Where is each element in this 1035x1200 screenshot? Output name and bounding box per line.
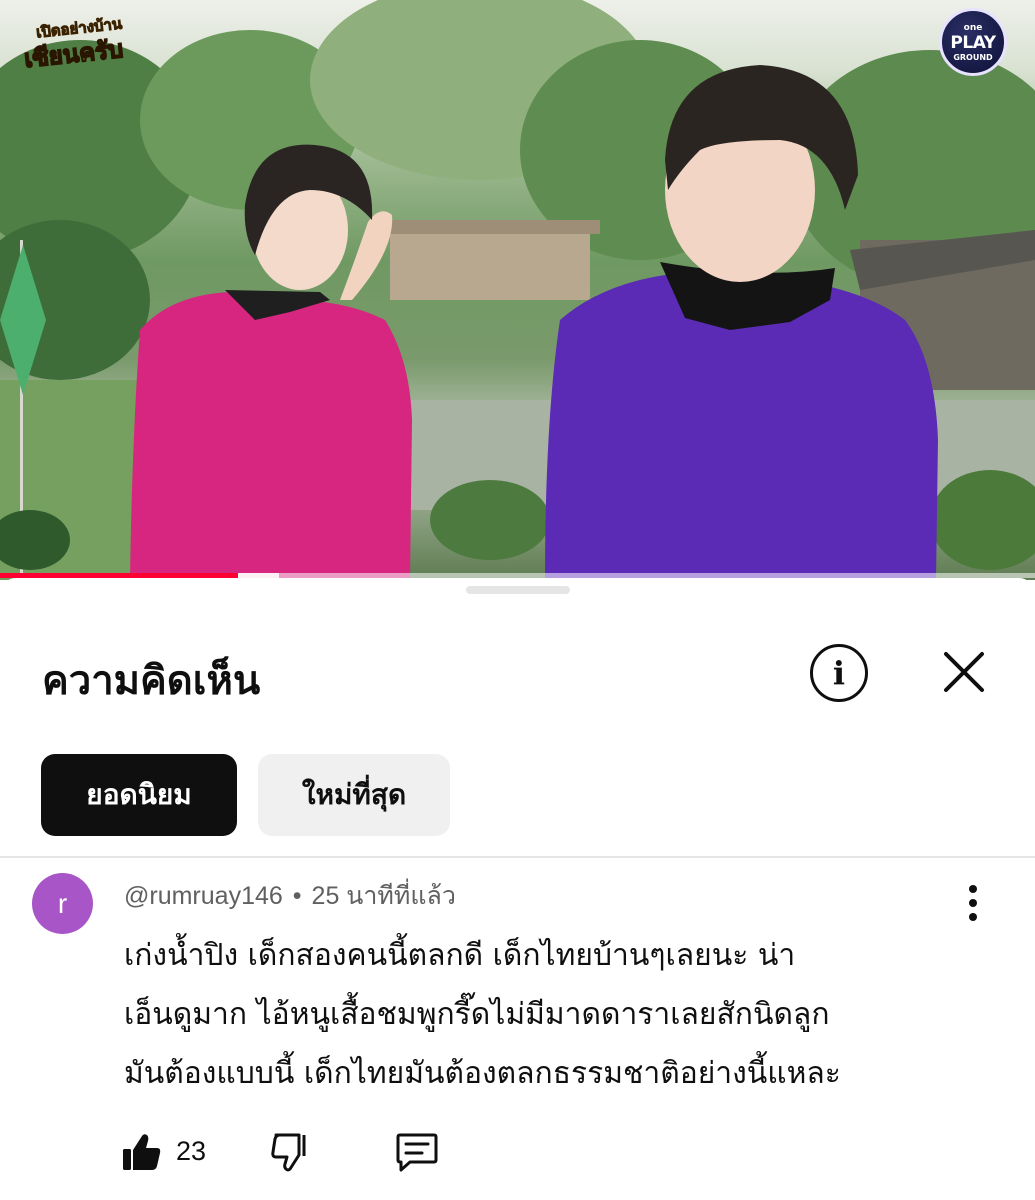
comments-title: ความคิดเห็น xyxy=(42,658,261,704)
channel-watermark-line3: GROUND xyxy=(953,52,993,62)
comment-text-line: มันต้องแบบนี้ เด็กไทยมันต้องตลกธรรมชาติอ… xyxy=(124,1056,841,1091)
comment-actions: 23 xyxy=(120,1130,480,1174)
avatar[interactable]: r xyxy=(32,873,93,934)
comment-text: เก่งน้ำปิง เด็กสองคนนี้ตลกดี เด็กไทยบ้าน… xyxy=(124,926,1004,1103)
close-icon[interactable] xyxy=(938,646,990,698)
more-vertical-icon[interactable] xyxy=(958,882,988,924)
info-button[interactable]: i xyxy=(810,644,868,702)
sort-chip-newest[interactable]: ใหม่ที่สุด xyxy=(258,754,450,836)
comment-text-line: เก่งน้ำปิง เด็กสองคนนี้ตลกดี เด็กไทยบ้าน… xyxy=(124,938,796,973)
thumbs-down-icon[interactable] xyxy=(268,1130,312,1174)
comment-time: 25 นาทีที่แล้ว xyxy=(311,882,456,910)
video-frame xyxy=(0,0,1035,580)
comment-meta: @rumruay146 • 25 นาทีที่แล้ว xyxy=(124,876,456,916)
sort-chip-top[interactable]: ยอดนิยม xyxy=(41,754,237,836)
sheet-drag-handle[interactable] xyxy=(466,586,570,594)
video-player[interactable]: เปิดอย่างบ้าน เซียนครับ one PLAY GROUND xyxy=(0,0,1035,580)
channel-watermark: one PLAY GROUND xyxy=(939,8,1007,76)
like-count: 23 xyxy=(176,1136,207,1166)
info-circle-icon: i xyxy=(832,654,846,692)
show-logo: เปิดอย่างบ้าน เซียนครับ xyxy=(22,14,140,74)
comment-reply-icon[interactable] xyxy=(394,1130,440,1174)
comment-author[interactable]: @rumruay146 xyxy=(124,882,283,910)
channel-watermark-line2: PLAY xyxy=(950,32,996,53)
thumbs-up-icon[interactable] xyxy=(120,1130,164,1174)
comment-text-line: เอ็นดูมาก ไอ้หนูเสื้อชมพูกรี๊ดไม่มีมาดดา… xyxy=(124,997,830,1032)
comments-sheet: ความคิดเห็น i ยอดนิยม ใหม่ที่สุด r @rumr… xyxy=(0,578,1035,1200)
meta-separator: • xyxy=(292,882,302,910)
divider xyxy=(0,856,1035,858)
channel-watermark-line1: one xyxy=(963,22,983,33)
